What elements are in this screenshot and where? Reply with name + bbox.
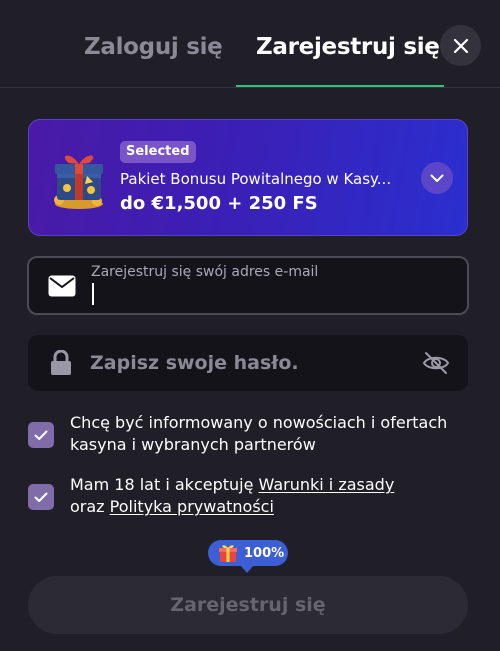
gift-icon bbox=[219, 545, 237, 562]
toggle-password-visibility[interactable] bbox=[421, 348, 451, 378]
bonus-name: Pakiet Bonusu Powitalnego w Kasy... bbox=[120, 170, 392, 188]
close-icon bbox=[453, 38, 468, 53]
progress-badge: 100% bbox=[208, 540, 288, 566]
password-field[interactable] bbox=[28, 335, 468, 391]
register-submit-button[interactable]: Zarejestruj się bbox=[28, 576, 468, 634]
terms-consent-label: Mam 18 lat i akceptuję Warunki i zasady … bbox=[70, 474, 450, 518]
selected-badge: Selected bbox=[120, 141, 196, 163]
gift-icon bbox=[54, 155, 103, 209]
progress-badge-pointer bbox=[240, 565, 254, 573]
close-button[interactable] bbox=[440, 25, 481, 66]
envelope-icon bbox=[48, 275, 76, 297]
email-label: Zarejestruj się swój adres e-mail bbox=[91, 264, 319, 280]
text-caret bbox=[92, 283, 94, 305]
eye-off-icon bbox=[422, 352, 450, 374]
bonus-selector[interactable]: Selected Pakiet Bonusu Powitalnego w Kas… bbox=[28, 119, 468, 236]
marketing-consent-label: Chcę być informowany o nowościach i ofer… bbox=[70, 413, 448, 454]
auth-tabs: Zaloguj się Zarejestruj się bbox=[0, 0, 500, 88]
chevron-down-icon bbox=[430, 174, 444, 182]
email-input[interactable] bbox=[91, 284, 451, 306]
marketing-consent-checkbox[interactable] bbox=[28, 422, 54, 448]
tab-register[interactable]: Zarejestruj się bbox=[256, 34, 440, 60]
privacy-link[interactable]: Polityka prywatności bbox=[110, 497, 274, 516]
terms-consent-checkbox[interactable] bbox=[28, 484, 54, 510]
tab-login[interactable]: Zaloguj się bbox=[84, 34, 223, 60]
checkmark-icon bbox=[34, 492, 48, 502]
email-field[interactable]: Zarejestruj się swój adres e-mail bbox=[27, 256, 469, 315]
progress-percent: 100% bbox=[244, 545, 285, 561]
password-input[interactable] bbox=[90, 351, 410, 375]
lock-icon bbox=[51, 350, 71, 375]
active-tab-indicator bbox=[236, 85, 444, 87]
bonus-amount: do €1,500 + 250 FS bbox=[120, 193, 318, 214]
terms-text-middle: oraz bbox=[70, 497, 110, 516]
checkmark-icon bbox=[34, 430, 48, 440]
terms-link[interactable]: Warunki i zasady bbox=[259, 475, 395, 494]
terms-text-before: Mam 18 lat i akceptuję bbox=[70, 475, 259, 494]
bonus-dropdown-toggle[interactable] bbox=[421, 162, 453, 194]
